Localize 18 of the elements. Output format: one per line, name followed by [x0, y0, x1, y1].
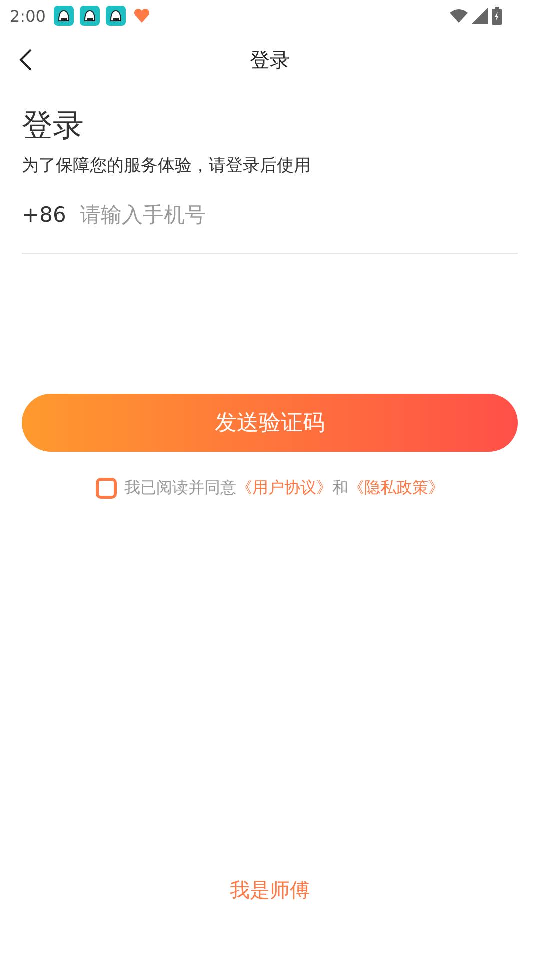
subtitle-text: 为了保障您的服务体验，请登录后使用 — [22, 155, 312, 177]
wifi-icon — [450, 9, 468, 23]
app-icon — [54, 6, 74, 26]
phone-input[interactable]: 请输入手机号 — [80, 203, 518, 227]
page-title: 登录 — [250, 46, 290, 74]
master-link[interactable]: 我是师傅 — [230, 877, 310, 904]
app-icon — [80, 6, 100, 26]
send-code-button[interactable]: 发送验证码 — [22, 394, 518, 452]
login-heading: 登录 — [22, 107, 85, 146]
agreement-link[interactable]: 《用户协议》 — [236, 478, 332, 497]
signal-icon — [472, 8, 488, 24]
battery-icon — [492, 7, 502, 25]
agreement-checkbox[interactable] — [96, 478, 116, 499]
country-code[interactable]: +86 — [22, 203, 80, 227]
agreement-link[interactable]: 《隐私政策》 — [348, 478, 444, 497]
agreement-text: 我已阅读并同意《用户协议》和《隐私政策》 — [124, 478, 444, 499]
status-time: 2:00 — [10, 6, 46, 26]
app-icon — [106, 6, 126, 26]
